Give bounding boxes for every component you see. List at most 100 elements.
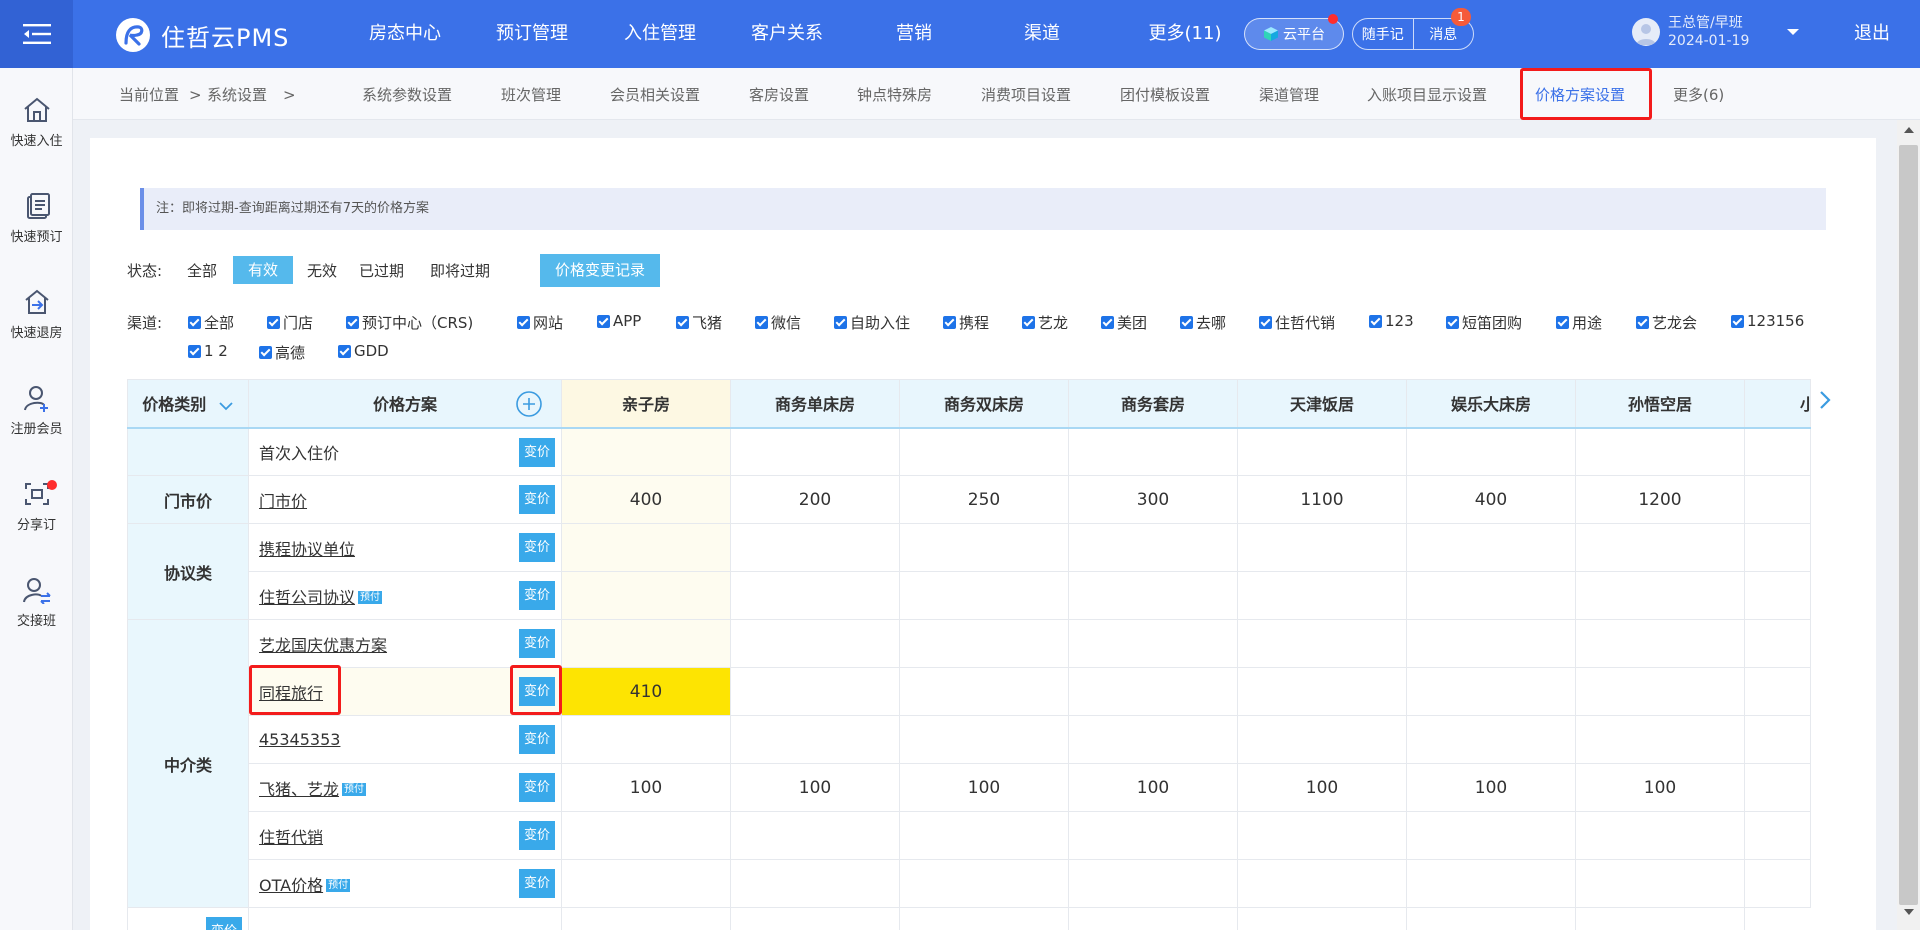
change-price-button[interactable]: 变价 — [519, 869, 555, 898]
price-cell[interactable] — [1575, 523, 1745, 572]
sidebar-item-share-order[interactable]: 分享订 — [0, 480, 73, 560]
tab-group-template[interactable]: 团付模板设置 — [1120, 68, 1210, 122]
price-cell[interactable] — [1068, 523, 1238, 572]
price-cell[interactable] — [1406, 667, 1576, 716]
price-cell[interactable] — [1406, 619, 1576, 668]
plan-link[interactable]: 艺龙国庆优惠方案 — [259, 636, 387, 655]
nav-marketing[interactable]: 营销 — [894, 0, 934, 68]
change-price-button[interactable]: 变价 — [519, 773, 555, 802]
nav-checkin[interactable]: 入住管理 — [623, 0, 697, 68]
price-cell[interactable]: 200 — [730, 475, 900, 524]
price-cell[interactable] — [899, 571, 1069, 620]
tab-hourly-rooms[interactable]: 钟点特殊房 — [857, 68, 932, 122]
channel-checkbox-123156[interactable]: 123156 — [1731, 312, 1804, 330]
scroll-down-icon[interactable] — [1902, 906, 1916, 918]
price-change-history-button[interactable]: 价格变更记录 — [540, 254, 660, 287]
channel-checkbox-crs[interactable]: 预订中心（CRS) — [346, 312, 473, 333]
price-cell[interactable] — [730, 523, 900, 572]
checkbox[interactable] — [755, 316, 768, 329]
price-cell[interactable]: 100 — [1068, 763, 1238, 812]
change-price-button[interactable]: 变价 — [519, 485, 555, 514]
price-cell[interactable] — [1237, 811, 1407, 860]
channel-checkbox-fliggy[interactable]: 飞猪 — [676, 312, 722, 333]
price-cell[interactable] — [1237, 667, 1407, 716]
channel-checkbox-yongtu[interactable]: 用途 — [1556, 312, 1602, 333]
price-cell[interactable]: 100 — [730, 763, 900, 812]
nav-room-status[interactable]: 房态中心 — [368, 0, 442, 68]
channel-checkbox-elong-club[interactable]: 艺龙会 — [1636, 312, 1697, 333]
channel-checkbox-website[interactable]: 网站 — [517, 312, 563, 333]
price-cell[interactable] — [1237, 571, 1407, 620]
channel-checkbox-meituan[interactable]: 美团 — [1101, 312, 1147, 333]
price-cell[interactable]: 300 — [1068, 475, 1238, 524]
checkbox[interactable] — [338, 344, 351, 358]
price-cell[interactable] — [1575, 619, 1745, 668]
checkbox[interactable] — [188, 316, 201, 329]
change-price-button[interactable]: 变价 — [206, 917, 242, 930]
price-cell[interactable] — [899, 715, 1069, 764]
price-cell[interactable] — [899, 523, 1069, 572]
channel-checkbox-1-2[interactable]: 1 2 — [188, 342, 228, 360]
sidebar-item-quick-checkin[interactable]: 快速入住 — [0, 96, 73, 176]
plan-link[interactable]: 住哲公司协议 — [259, 588, 355, 607]
price-cell[interactable] — [730, 859, 900, 908]
price-cell[interactable] — [1068, 427, 1238, 476]
checkbox[interactable] — [943, 316, 956, 329]
nav-channel[interactable]: 渠道 — [1022, 0, 1062, 68]
table-scroll-right-icon[interactable] — [1814, 388, 1836, 412]
nav-more[interactable]: 更多(11) — [1133, 0, 1237, 68]
plan-link[interactable]: 飞猪、艺龙 — [259, 780, 339, 799]
checkbox[interactable] — [517, 316, 530, 329]
logout-button[interactable]: 退出 — [1854, 0, 1890, 68]
price-cell[interactable] — [899, 619, 1069, 668]
price-cell[interactable] — [1575, 811, 1745, 860]
status-invalid[interactable]: 无效 — [307, 260, 337, 281]
price-cell[interactable] — [730, 619, 900, 668]
price-cell[interactable] — [1237, 859, 1407, 908]
status-all[interactable]: 全部 — [187, 260, 217, 281]
price-cell[interactable] — [1068, 859, 1238, 908]
change-price-button[interactable]: 变价 — [519, 725, 555, 754]
status-expiring[interactable]: 即将过期 — [430, 260, 490, 281]
checkbox[interactable] — [1369, 314, 1382, 328]
tab-shift-management[interactable]: 班次管理 — [501, 68, 561, 122]
checkbox[interactable] — [259, 346, 272, 359]
checkbox[interactable] — [1636, 316, 1649, 329]
menu-toggle-button[interactable] — [0, 0, 73, 68]
price-cell[interactable] — [561, 523, 731, 572]
tab-room-settings[interactable]: 客房设置 — [749, 68, 809, 122]
checkbox[interactable] — [1101, 316, 1114, 329]
sidebar-item-register-member[interactable]: 注册会员 — [0, 384, 73, 464]
memo-button[interactable]: 随手记 — [1353, 24, 1413, 44]
channel-checkbox-self-checkin[interactable]: 自助入住 — [834, 312, 910, 333]
plan-link[interactable]: 携程协议单位 — [259, 540, 355, 559]
price-cell[interactable] — [730, 811, 900, 860]
checkbox[interactable] — [597, 314, 610, 328]
price-cell[interactable] — [899, 427, 1069, 476]
tab-member-settings[interactable]: 会员相关设置 — [610, 68, 700, 122]
change-price-button[interactable]: 变价 — [519, 437, 555, 467]
price-cell[interactable] — [1575, 571, 1745, 620]
price-cell[interactable] — [561, 571, 731, 620]
sidebar-item-shift-handover[interactable]: 交接班 — [0, 576, 73, 656]
page-scrollbar-thumb[interactable] — [1899, 145, 1918, 905]
add-plan-icon[interactable] — [515, 390, 543, 418]
price-cell[interactable] — [561, 811, 731, 860]
checkbox[interactable] — [676, 316, 689, 329]
price-cell[interactable] — [730, 427, 900, 476]
checkbox[interactable] — [1731, 314, 1744, 328]
channel-checkbox-gdd[interactable]: GDD — [338, 342, 389, 360]
price-cell[interactable] — [1068, 715, 1238, 764]
channel-checkbox-qunar[interactable]: 去哪 — [1180, 312, 1226, 333]
channel-checkbox-all[interactable]: 全部 — [188, 312, 234, 333]
nav-reservation[interactable]: 预订管理 — [495, 0, 569, 68]
price-cell[interactable] — [561, 619, 731, 668]
price-cell[interactable] — [1237, 523, 1407, 572]
price-cell[interactable]: 400 — [561, 475, 731, 524]
price-cell[interactable] — [1575, 715, 1745, 764]
tab-consumption-items[interactable]: 消费项目设置 — [981, 68, 1071, 122]
price-cell[interactable]: 100 — [561, 763, 731, 812]
price-cell[interactable] — [1068, 619, 1238, 668]
price-cell[interactable] — [561, 427, 731, 476]
tab-system-params[interactable]: 系统参数设置 — [362, 68, 452, 122]
